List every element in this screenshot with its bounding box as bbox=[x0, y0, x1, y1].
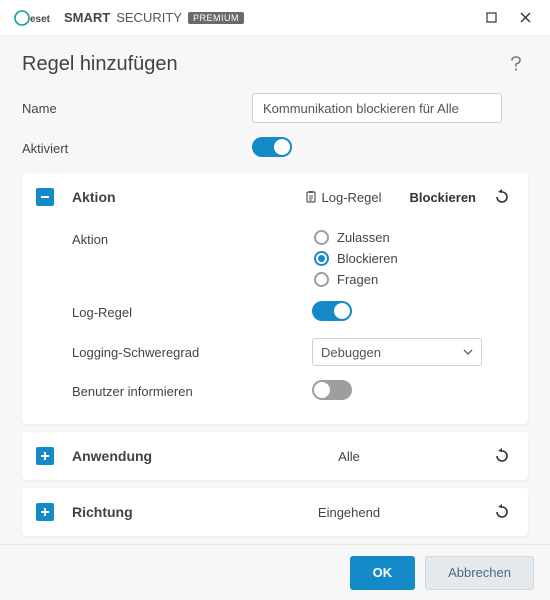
severity-value: Debuggen bbox=[321, 345, 381, 360]
undo-icon bbox=[493, 503, 511, 521]
card-anwendung-header[interactable]: Anwendung Alle bbox=[22, 432, 528, 480]
severity-select[interactable]: Debuggen bbox=[312, 338, 482, 366]
severity-label: Logging-Schweregrad bbox=[72, 345, 312, 360]
aktion-label: Aktion bbox=[72, 230, 312, 247]
expand-icon bbox=[36, 503, 54, 521]
aktiviert-label: Aktiviert bbox=[22, 141, 252, 156]
aktiviert-row: Aktiviert bbox=[22, 130, 546, 167]
card-aktion-reset[interactable] bbox=[490, 185, 514, 209]
page-header: Regel hinzufügen bbox=[0, 36, 550, 82]
card-richtung-header[interactable]: Richtung Eingehend bbox=[22, 488, 528, 536]
aktiviert-toggle[interactable] bbox=[252, 137, 292, 157]
page-title: Regel hinzufügen bbox=[22, 53, 504, 76]
titlebar: eset SMART SECURITY PREMIUM bbox=[0, 0, 550, 36]
expand-icon bbox=[36, 447, 54, 465]
close-icon bbox=[520, 12, 531, 23]
brand: eset SMART SECURITY PREMIUM bbox=[14, 10, 244, 26]
logregel-chip-label: Log-Regel bbox=[322, 190, 382, 205]
name-row: Name bbox=[22, 86, 546, 130]
aktion-radio-row: Aktion Zulassen Blockieren Fragen bbox=[72, 223, 514, 294]
cancel-button[interactable]: Abbrechen bbox=[425, 556, 534, 590]
name-input[interactable] bbox=[252, 93, 502, 123]
card-aktion: Aktion Log-Regel Blockieren Aktion bbox=[22, 173, 528, 424]
eset-logo-icon: eset bbox=[14, 10, 58, 26]
card-anwendung-value: Alle bbox=[222, 449, 476, 464]
logregel-chip: Log-Regel bbox=[304, 190, 382, 205]
brand-badge: PREMIUM bbox=[188, 12, 244, 24]
radio-zulassen[interactable]: Zulassen bbox=[314, 230, 514, 245]
notify-row: Benutzer informieren bbox=[72, 373, 514, 410]
window-close-button[interactable] bbox=[508, 4, 542, 32]
notify-toggle[interactable] bbox=[312, 380, 352, 400]
card-richtung: Richtung Eingehend bbox=[22, 488, 528, 536]
card-anwendung-reset[interactable] bbox=[490, 444, 514, 468]
card-richtung-title: Richtung bbox=[72, 504, 222, 520]
radio-blockieren[interactable]: Blockieren bbox=[314, 251, 514, 266]
radio-fragen-label: Fragen bbox=[337, 272, 378, 287]
logregel-label: Log-Regel bbox=[72, 305, 312, 320]
logregel-toggle[interactable] bbox=[312, 301, 352, 321]
card-anwendung: Anwendung Alle bbox=[22, 432, 528, 480]
card-aktion-value: Blockieren bbox=[410, 190, 476, 205]
logregel-row: Log-Regel bbox=[72, 294, 514, 331]
name-label: Name bbox=[22, 101, 252, 116]
footer: OK Abbrechen bbox=[0, 544, 550, 600]
help-icon bbox=[511, 56, 521, 72]
radio-zulassen-label: Zulassen bbox=[337, 230, 390, 245]
window: eset SMART SECURITY PREMIUM Regel hinzuf… bbox=[0, 0, 550, 600]
card-richtung-value: Eingehend bbox=[222, 505, 476, 520]
ok-button[interactable]: OK bbox=[350, 556, 416, 590]
undo-icon bbox=[493, 188, 511, 206]
help-button[interactable] bbox=[504, 52, 528, 76]
clipboard-icon bbox=[304, 190, 318, 204]
brand-word-security: SECURITY bbox=[116, 10, 182, 25]
chevron-down-icon bbox=[463, 349, 473, 355]
collapse-icon bbox=[36, 188, 54, 206]
svg-text:eset: eset bbox=[30, 14, 51, 25]
card-aktion-header[interactable]: Aktion Log-Regel Blockieren bbox=[22, 173, 528, 221]
radio-blockieren-label: Blockieren bbox=[337, 251, 398, 266]
card-richtung-reset[interactable] bbox=[490, 500, 514, 524]
body-scroll[interactable]: Name Aktiviert Aktion Log-Regel bbox=[0, 82, 550, 544]
radio-fragen[interactable]: Fragen bbox=[314, 272, 514, 287]
undo-icon bbox=[493, 447, 511, 465]
maximize-icon bbox=[486, 12, 497, 23]
notify-label: Benutzer informieren bbox=[72, 384, 312, 399]
card-aktion-body: Aktion Zulassen Blockieren Fragen Log-Re… bbox=[22, 221, 528, 424]
brand-word-smart: SMART bbox=[64, 10, 110, 25]
severity-row: Logging-Schweregrad Debuggen bbox=[72, 331, 514, 373]
card-aktion-title: Aktion bbox=[72, 189, 304, 205]
window-maximize-button[interactable] bbox=[474, 4, 508, 32]
card-anwendung-title: Anwendung bbox=[72, 448, 222, 464]
